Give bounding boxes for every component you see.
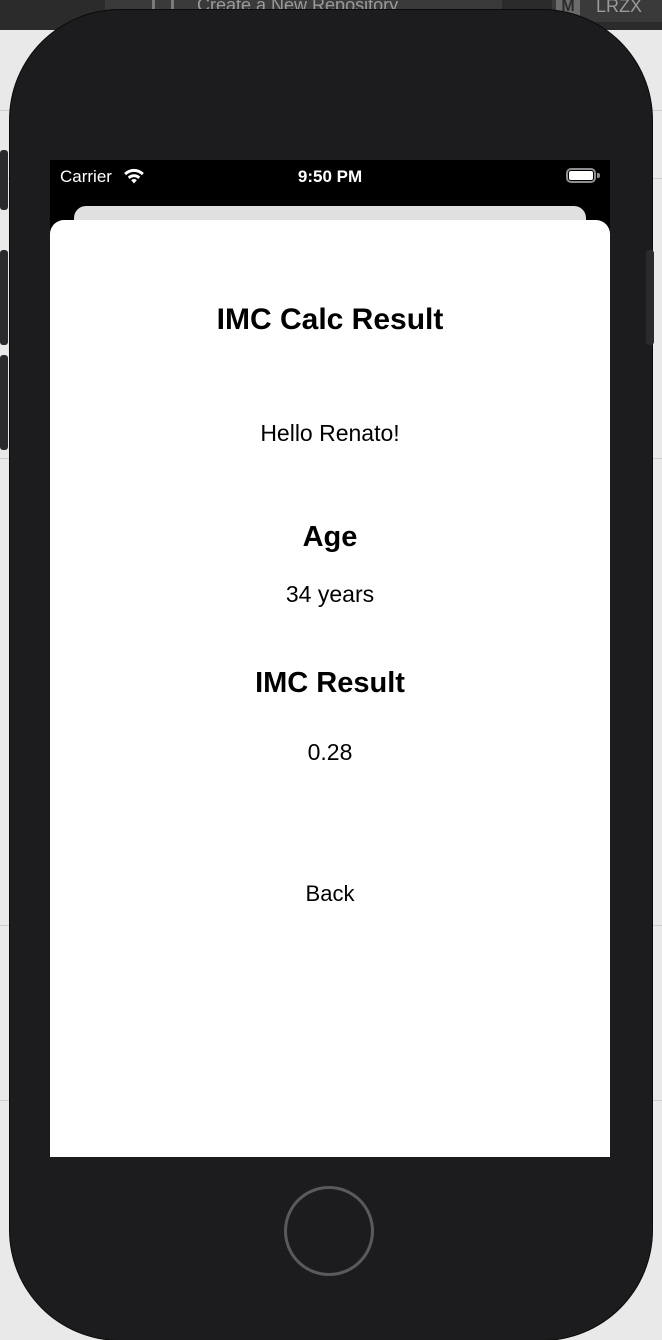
battery-icon <box>566 168 596 183</box>
age-value: 34 years <box>285 581 375 607</box>
home-button[interactable] <box>284 1186 374 1276</box>
page-title: IMC Calc Result <box>216 303 444 336</box>
greeting-text: Hello Renato! <box>260 420 400 446</box>
imc-result-heading: IMC Result <box>255 667 405 699</box>
volume-up-button[interactable] <box>0 250 8 345</box>
mute-switch[interactable] <box>0 150 8 210</box>
age-heading: Age <box>302 521 358 553</box>
result-sheet: IMC Calc Result Hello Renato! Age 34 yea… <box>50 220 610 1157</box>
power-button[interactable] <box>646 250 654 345</box>
battery-tip <box>597 173 600 178</box>
device-screen: Carrier 9:50 PM IMC Calc Result Hello Re… <box>50 160 610 1157</box>
back-button[interactable]: Back <box>50 881 610 907</box>
host-tab-2-label: LRZX <box>596 0 643 16</box>
status-bar: Carrier 9:50 PM <box>50 160 610 194</box>
volume-down-button[interactable] <box>0 355 8 450</box>
status-time: 9:50 PM <box>297 167 363 186</box>
imc-result-value: 0.28 <box>307 739 353 765</box>
